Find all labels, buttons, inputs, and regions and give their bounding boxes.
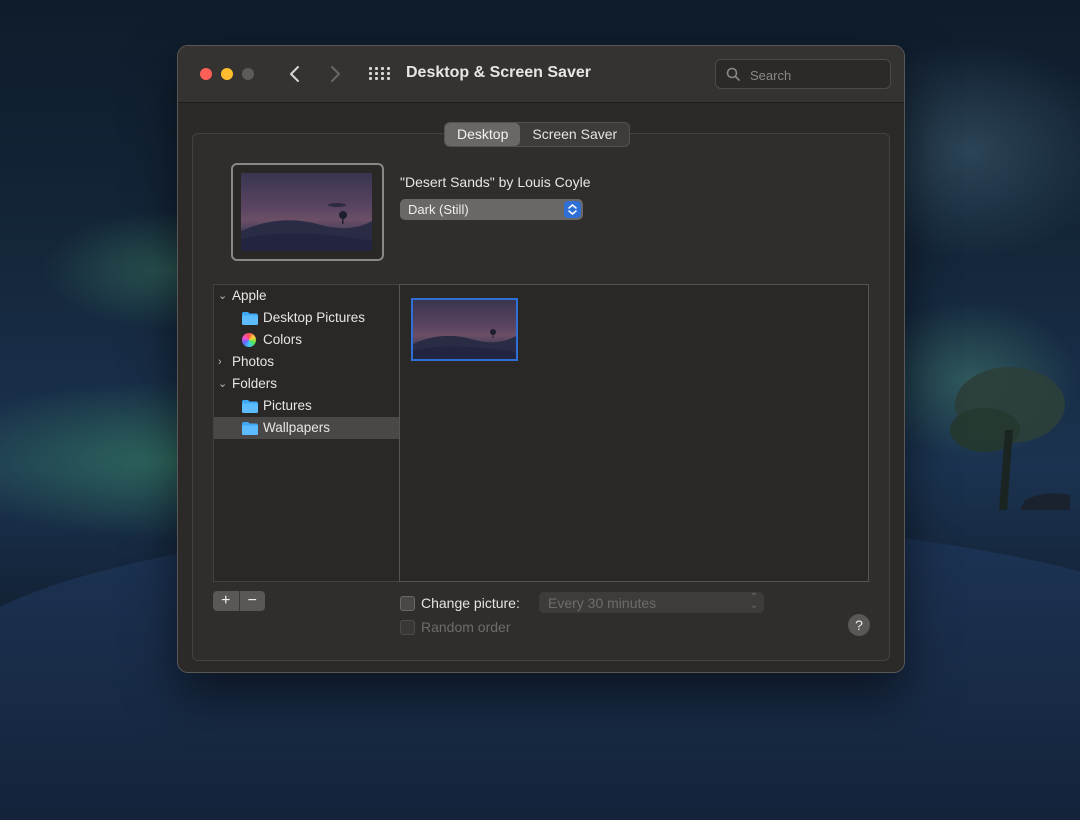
change-picture-label: Change picture: (421, 595, 520, 611)
sidebar-item-wallpapers[interactable]: Wallpapers (214, 417, 400, 439)
preferences-window: Desktop & Screen Saver Desktop Screen Sa… (177, 45, 905, 673)
chevron-down-icon[interactable]: ⌄ (218, 285, 230, 307)
add-folder-button[interactable]: + (213, 591, 239, 611)
sidebar-item-photos[interactable]: › Photos (214, 351, 400, 373)
zoom-window-button[interactable] (242, 68, 254, 80)
window-title: Desktop & Screen Saver (406, 64, 591, 81)
chevron-right-icon[interactable]: › (218, 351, 230, 373)
wallpaper-preview-image (241, 173, 372, 251)
tab-screen-saver[interactable]: Screen Saver (520, 123, 629, 146)
back-icon[interactable] (284, 62, 306, 86)
popup-chevron-icon (564, 201, 581, 218)
sidebar-item-pictures[interactable]: Pictures (214, 395, 400, 417)
search-input[interactable] (748, 64, 882, 86)
folder-icon (242, 312, 258, 325)
add-remove-control: + − (213, 591, 265, 611)
remove-folder-button[interactable]: − (238, 591, 266, 611)
random-order-checkbox[interactable] (400, 620, 415, 635)
appearance-popup-value: Dark (Still) (408, 202, 469, 217)
source-sidebar: ⌄ Apple Desktop Pictures Colors › Photos… (213, 284, 401, 582)
grid-icon[interactable] (369, 67, 390, 81)
sidebar-item-apple[interactable]: ⌄ Apple (214, 285, 400, 307)
folder-icon (242, 400, 258, 413)
sidebar-item-colors[interactable]: Colors (214, 329, 400, 351)
search-icon (726, 67, 740, 81)
tab-segmented-control: Desktop Screen Saver (444, 122, 631, 147)
wallpaper-thumbnail[interactable] (411, 298, 518, 361)
help-button[interactable]: ? (848, 614, 870, 636)
random-order-label: Random order (421, 619, 511, 635)
title-bar: Desktop & Screen Saver (178, 46, 904, 103)
change-picture-checkbox[interactable] (400, 596, 415, 611)
sidebar-item-desktop-pictures[interactable]: Desktop Pictures (214, 307, 400, 329)
interval-popup-value: Every 30 minutes (548, 595, 657, 611)
color-wheel-icon (242, 333, 256, 347)
search-field[interactable] (715, 59, 891, 89)
forward-icon[interactable] (324, 62, 346, 86)
minimize-window-button[interactable] (221, 68, 233, 80)
folder-icon (242, 422, 258, 435)
chevron-down-icon[interactable]: ⌄ (218, 373, 230, 395)
sidebar-item-folders[interactable]: ⌄ Folders (214, 373, 400, 395)
close-window-button[interactable] (200, 68, 212, 80)
interval-popup[interactable]: Every 30 minutes ⌃ ⌄ (539, 592, 764, 613)
appearance-popup[interactable]: Dark (Still) (400, 199, 583, 220)
tree-silhouette (950, 367, 1070, 510)
wallpaper-title: "Desert Sands" by Louis Coyle (400, 174, 591, 190)
popup-chevron-icon: ⌃ ⌄ (749, 592, 758, 611)
wallpaper-preview (231, 163, 384, 261)
tab-desktop[interactable]: Desktop (445, 123, 521, 146)
